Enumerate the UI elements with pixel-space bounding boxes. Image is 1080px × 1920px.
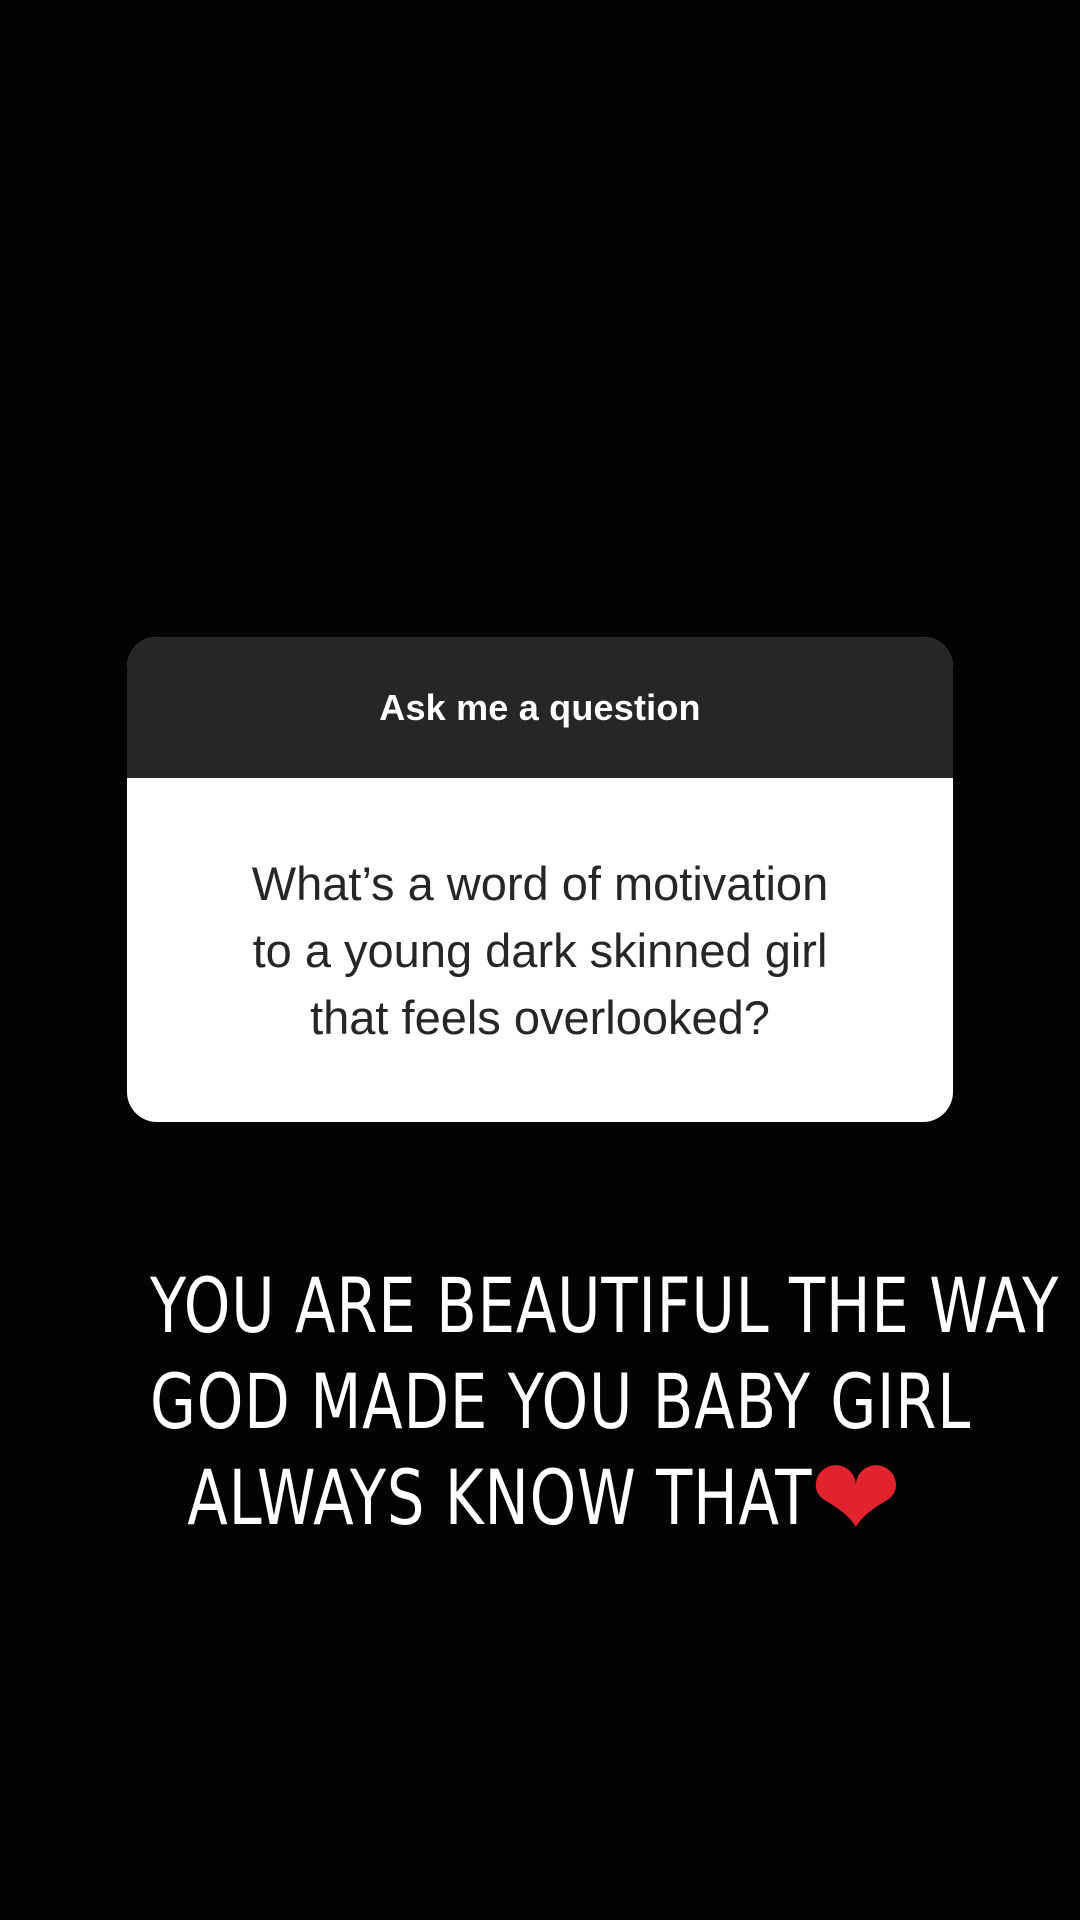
answer-line-1: YOU ARE BEAUTIFUL THE WAY xyxy=(150,1261,1060,1350)
answer-text: YOU ARE BEAUTIFUL THE WAY GOD MADE YOU B… xyxy=(40,1258,1060,1562)
question-sticker-prompt: Ask me a question xyxy=(379,686,701,728)
question-sticker[interactable]: Ask me a question What’s a word of motiv… xyxy=(127,637,953,1122)
question-sticker-header: Ask me a question xyxy=(127,637,953,778)
question-text: What’s a word of motivation to a young d… xyxy=(251,856,829,1044)
heart-icon: ❤ xyxy=(809,1434,903,1562)
answer-line-3: ALWAYS KNOW THAT❤ xyxy=(150,1434,930,1562)
question-sticker-body: What’s a word of motivation to a young d… xyxy=(127,778,953,1122)
story-canvas[interactable]: Ask me a question What’s a word of motiv… xyxy=(0,0,1080,1920)
answer-line-3-text: ALWAYS KNOW THAT xyxy=(187,1453,813,1542)
